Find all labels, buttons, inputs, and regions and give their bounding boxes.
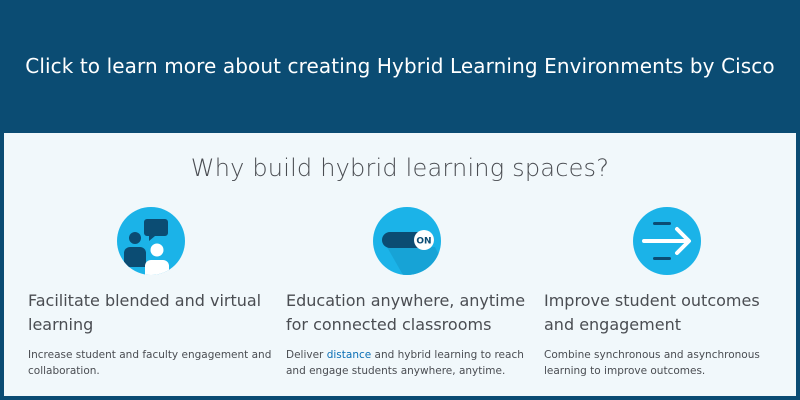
frame-border-bottom [0,396,800,400]
feature-education-anywhere: ON Education anywhere, anytime for conne… [286,207,536,379]
feature-description: Deliver distance and hybrid learning to … [286,347,536,379]
on-label: ON [416,237,431,247]
feature-title: Improve student outcomes and engagement [544,291,760,334]
description-text-before: Deliver [286,349,327,361]
arrow-right-icon [633,207,701,275]
feature-description: Increase student and faculty engagement … [28,349,272,377]
on-toggle-icon: ON [373,207,441,275]
distance-link[interactable]: distance [327,349,372,361]
feature-blended-learning: Facilitate blended and virtual learning … [28,207,278,379]
feature-title: Education anywhere, anytime for connecte… [286,291,526,334]
section-heading: Why build hybrid learning spaces? [190,154,610,182]
feature-title: Facilitate blended and virtual learning [28,291,262,334]
learn-more-banner[interactable]: Click to learn more about creating Hybri… [0,0,800,133]
feature-description: Combine synchronous and asynchronous lea… [544,349,760,377]
banner-link-text[interactable]: Click to learn more about creating Hybri… [25,54,775,78]
people-chat-icon [117,207,185,275]
feature-student-outcomes: Improve student outcomes and engagement … [544,207,794,379]
